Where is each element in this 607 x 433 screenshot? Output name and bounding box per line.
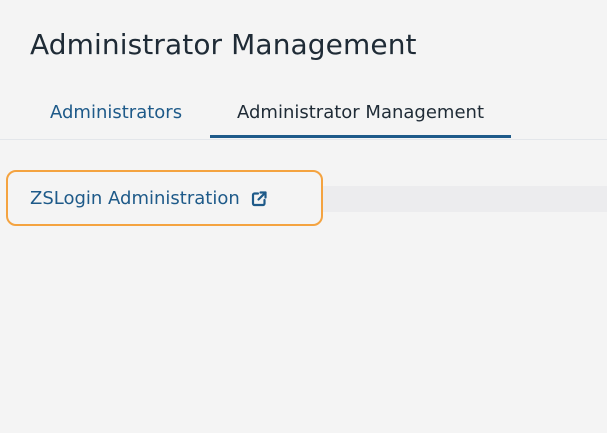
tab-bar: Administrators Administrator Management [0,96,607,140]
page-title: Administrator Management [30,28,417,61]
tab-administrator-management[interactable]: Administrator Management [210,96,511,138]
zslogin-link-label: ZSLogin Administration [30,188,240,209]
external-link-icon [250,190,268,208]
zslogin-administration-link[interactable]: ZSLogin Administration [30,186,268,212]
tab-administrators[interactable]: Administrators [30,96,202,136]
